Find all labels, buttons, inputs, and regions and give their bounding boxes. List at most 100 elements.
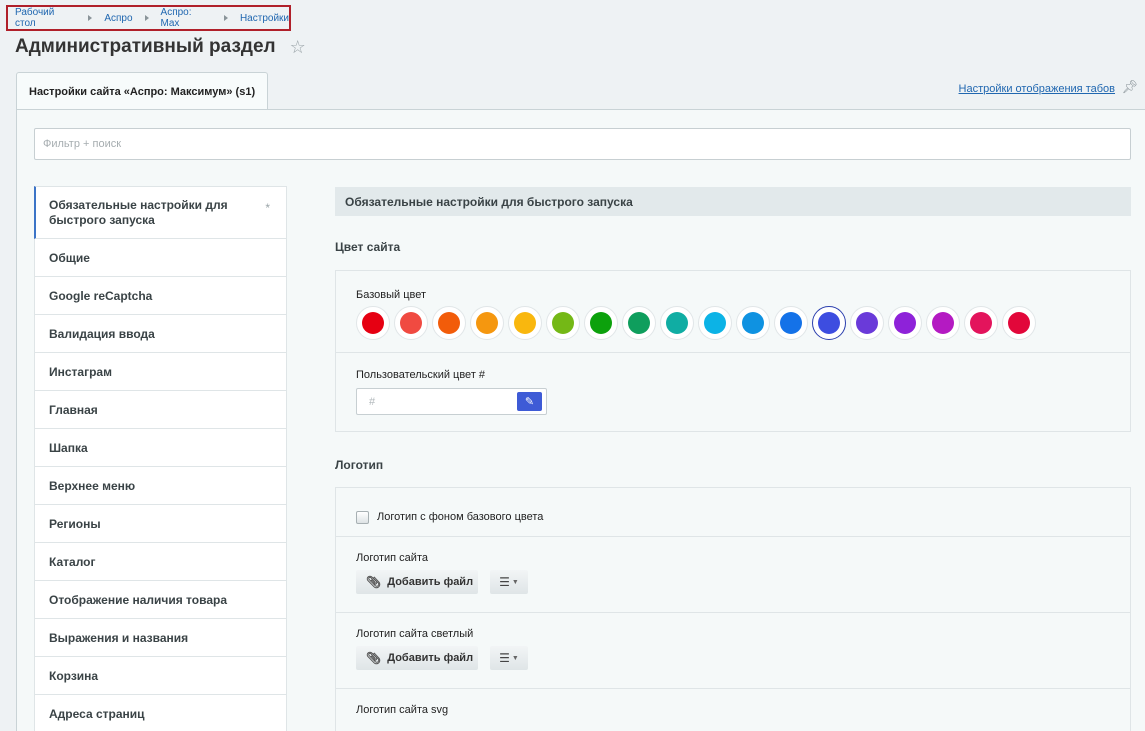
sidebar-item-stock-display[interactable]: Отображение наличия товара bbox=[34, 581, 287, 619]
site-logo-row: Логотип сайта 📎︎ Добавить файл ☰ ▼ bbox=[336, 537, 1130, 613]
breadcrumb-item-desktop[interactable]: Рабочий стол bbox=[15, 7, 76, 29]
color-swatch[interactable] bbox=[508, 306, 542, 340]
color-swatch[interactable] bbox=[774, 306, 808, 340]
color-picker-icon[interactable]: ✎ bbox=[517, 392, 542, 411]
color-swatch-dot bbox=[970, 312, 992, 334]
custom-color-row: Пользовательский цвет # # ✎ bbox=[336, 353, 1130, 431]
sidebar-item-label: Обязательные настройки для быстрого запу… bbox=[49, 197, 228, 227]
site-logo-svg-label: Логотип сайта svg bbox=[356, 704, 449, 716]
caret-down-icon: ▼ bbox=[511, 578, 519, 586]
breadcrumb-item-aspro-max[interactable]: Аспро: Max bbox=[161, 7, 212, 29]
color-swatch-dot bbox=[780, 312, 802, 334]
color-swatch[interactable] bbox=[356, 306, 390, 340]
add-file-label: Добавить файл bbox=[387, 652, 474, 664]
color-swatch[interactable] bbox=[546, 306, 580, 340]
sidebar-item-main[interactable]: Главная bbox=[34, 391, 287, 429]
tab-site-settings[interactable]: Настройки сайта «Аспро: Максимум» (s1) bbox=[16, 72, 268, 110]
sidebar-item-basket[interactable]: Корзина bbox=[34, 657, 287, 695]
color-swatch-dot bbox=[552, 312, 574, 334]
logo-heading: Логотип bbox=[335, 458, 384, 472]
color-swatch-dot bbox=[666, 312, 688, 334]
color-swatch-dot bbox=[400, 312, 422, 334]
breadcrumb-item-settings[interactable]: Настройки bbox=[240, 13, 289, 24]
color-swatch[interactable] bbox=[432, 306, 466, 340]
color-swatch-dot bbox=[1008, 312, 1030, 334]
settings-sidebar: Обязательные настройки для быстрого запу… bbox=[34, 186, 287, 731]
color-swatch[interactable] bbox=[394, 306, 428, 340]
custom-color-label: Пользовательский цвет # bbox=[356, 369, 486, 381]
color-swatch[interactable] bbox=[850, 306, 884, 340]
color-swatch[interactable] bbox=[888, 306, 922, 340]
paperclip-icon: 📎︎ bbox=[366, 575, 382, 589]
sidebar-item-required-settings[interactable]: Обязательные настройки для быстрого запу… bbox=[34, 186, 287, 239]
file-menu-button[interactable]: ☰ ▼ bbox=[490, 570, 528, 594]
breadcrumb-separator-icon bbox=[88, 15, 93, 21]
add-file-button[interactable]: 📎︎ Добавить файл bbox=[356, 646, 478, 670]
page-title: Административный раздел bbox=[15, 36, 276, 57]
breadcrumb-separator-icon bbox=[223, 15, 228, 21]
sidebar-item-regions[interactable]: Регионы bbox=[34, 505, 287, 543]
sidebar-item-header[interactable]: Шапка bbox=[34, 429, 287, 467]
color-swatch[interactable] bbox=[964, 306, 998, 340]
caret-down-icon: ▼ bbox=[511, 654, 519, 662]
color-swatch-dot bbox=[476, 312, 498, 334]
color-swatch[interactable] bbox=[584, 306, 618, 340]
color-swatch-dot bbox=[894, 312, 916, 334]
logo-box: Логотип с фоном базового цвета Логотип с… bbox=[335, 487, 1131, 731]
tabs-display-settings-link[interactable]: Настройки отображения табов bbox=[959, 83, 1115, 95]
add-file-button[interactable]: 📎︎ Добавить файл bbox=[356, 570, 478, 594]
sidebar-item-recaptcha[interactable]: Google reCaptcha bbox=[34, 277, 287, 315]
color-swatch[interactable] bbox=[622, 306, 656, 340]
base-color-row: Базовый цвет bbox=[336, 271, 1130, 353]
sidebar-item-catalog[interactable]: Каталог bbox=[34, 543, 287, 581]
color-swatch-dot bbox=[438, 312, 460, 334]
color-swatch[interactable] bbox=[470, 306, 504, 340]
breadcrumb: Рабочий стол Аспро Аспро: Max Настройки bbox=[6, 5, 291, 31]
breadcrumb-separator-icon bbox=[144, 15, 149, 21]
menu-icon: ☰ bbox=[499, 575, 510, 589]
site-color-box: Базовый цвет Пользовательский цвет # # ✎ bbox=[335, 270, 1131, 432]
color-swatch-dot bbox=[628, 312, 650, 334]
custom-color-placeholder: # bbox=[369, 395, 376, 408]
site-logo-light-row: Логотип сайта светлый 📎︎ Добавить файл ☰… bbox=[336, 613, 1130, 689]
color-swatch-dot bbox=[704, 312, 726, 334]
site-logo-light-label: Логотип сайта светлый bbox=[356, 628, 474, 640]
color-swatch[interactable] bbox=[736, 306, 770, 340]
paperclip-icon: 📎︎ bbox=[366, 651, 382, 665]
color-swatch-dot bbox=[856, 312, 878, 334]
page-title-row: Административный раздел ☆ bbox=[15, 36, 306, 58]
base-color-label: Базовый цвет bbox=[356, 289, 427, 301]
color-swatches bbox=[356, 306, 1040, 340]
site-logo-label: Логотип сайта bbox=[356, 552, 428, 564]
color-swatch[interactable] bbox=[926, 306, 960, 340]
color-swatch-dot bbox=[932, 312, 954, 334]
menu-icon: ☰ bbox=[499, 651, 510, 665]
required-marker: * bbox=[265, 201, 270, 215]
color-swatch-dot bbox=[818, 312, 840, 334]
star-icon[interactable]: ☆ bbox=[290, 38, 306, 56]
sidebar-item-general[interactable]: Общие bbox=[34, 239, 287, 277]
sidebar-item-top-menu[interactable]: Верхнее меню bbox=[34, 467, 287, 505]
site-logo-svg-row: Логотип сайта svg bbox=[336, 689, 1130, 731]
custom-color-input[interactable]: # ✎ bbox=[356, 388, 547, 415]
color-swatch[interactable] bbox=[660, 306, 694, 340]
sidebar-item-phrases[interactable]: Выражения и названия bbox=[34, 619, 287, 657]
logo-bg-checkbox[interactable] bbox=[356, 511, 369, 524]
color-swatch-dot bbox=[590, 312, 612, 334]
logo-bg-checkbox-label: Логотип с фоном базового цвета bbox=[377, 511, 544, 523]
add-file-label: Добавить файл bbox=[387, 576, 474, 588]
site-color-heading: Цвет сайта bbox=[335, 240, 401, 254]
section-title: Обязательные настройки для быстрого запу… bbox=[335, 187, 1131, 216]
color-swatch[interactable] bbox=[812, 306, 846, 340]
color-swatch-dot bbox=[742, 312, 764, 334]
color-swatch-dot bbox=[362, 312, 384, 334]
sidebar-item-input-validation[interactable]: Валидация ввода bbox=[34, 315, 287, 353]
color-swatch[interactable] bbox=[698, 306, 732, 340]
sidebar-item-page-urls[interactable]: Адреса страниц bbox=[34, 695, 287, 731]
color-swatch[interactable] bbox=[1002, 306, 1036, 340]
filter-search-input[interactable]: Фильтр + поиск bbox=[34, 128, 1131, 160]
sidebar-item-instagram[interactable]: Инстаграм bbox=[34, 353, 287, 391]
breadcrumb-item-aspro[interactable]: Аспро bbox=[104, 13, 132, 24]
pin-icon[interactable]: 📌︎ bbox=[1121, 79, 1138, 95]
file-menu-button[interactable]: ☰ ▼ bbox=[490, 646, 528, 670]
